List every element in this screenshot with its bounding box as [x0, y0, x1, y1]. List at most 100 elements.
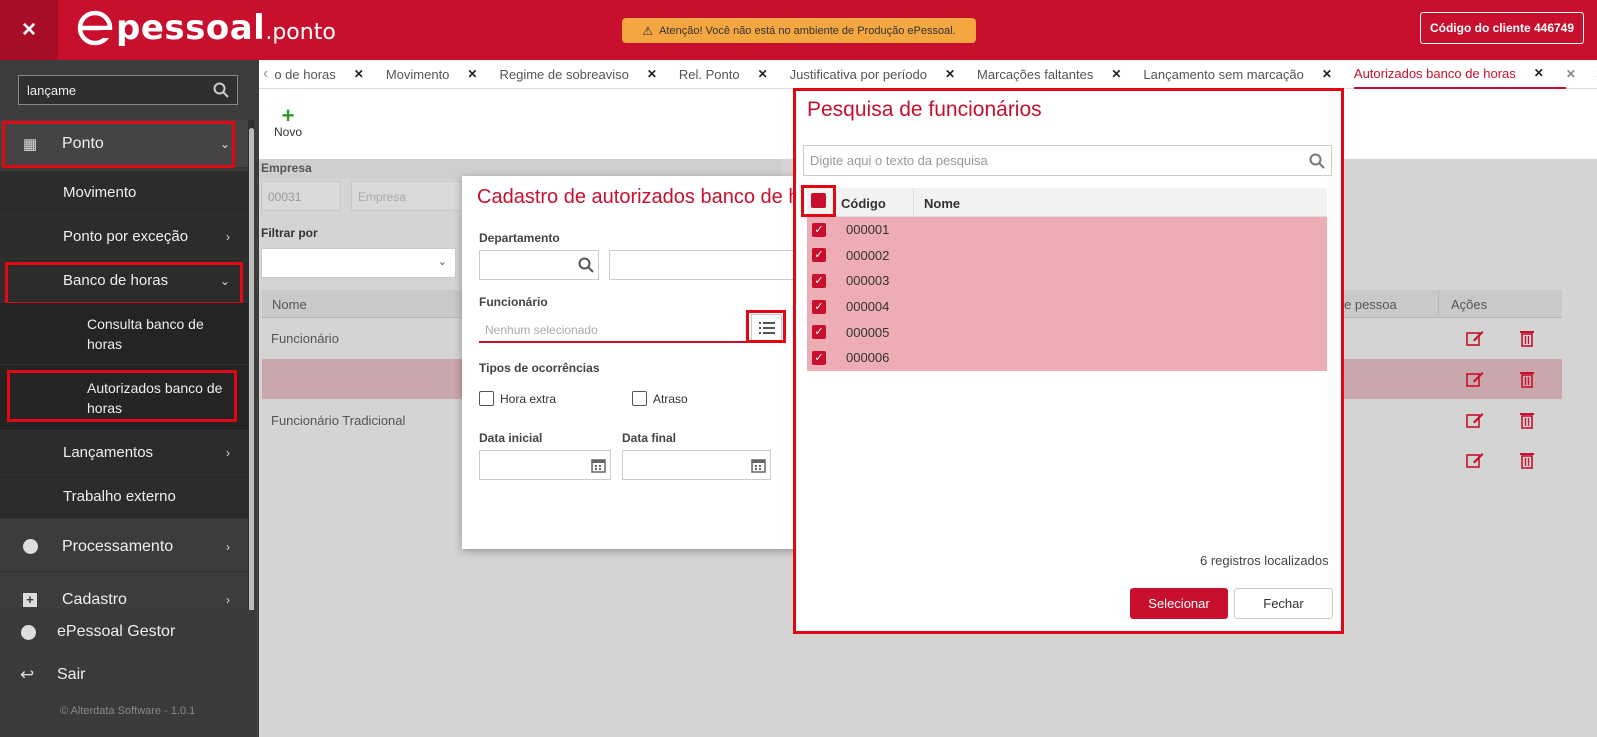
sidebar-item-autorizados-banco-de-horas[interactable]: Autorizados banco de horas [0, 365, 248, 431]
circle-icon [23, 539, 38, 554]
sidebar-item-epessoal-gestor[interactable]: ePessoal Gestor [0, 612, 248, 652]
close-menu-button[interactable]: × [0, 0, 58, 60]
search-placeholder: Digite aqui o texto da pesquisa [810, 153, 988, 168]
tab-movimento[interactable]: Movimento ✕ [386, 60, 500, 89]
calendar-icon[interactable] [591, 458, 606, 473]
checkbox-checked-icon[interactable]: ✓ [812, 248, 826, 263]
edit-icon[interactable] [1466, 329, 1484, 347]
chevron-left-icon[interactable]: ‹ [263, 65, 268, 83]
pesquisa-search-input[interactable]: Digite aqui o texto da pesquisa [803, 145, 1332, 176]
tab-lancamento-sem-marcacao[interactable]: Lançamento sem marcação ✕ [1143, 60, 1353, 89]
empresa-name-field[interactable]: Empresa [351, 181, 466, 211]
plus-icon: + [281, 103, 295, 128]
edit-icon[interactable] [1466, 370, 1484, 388]
environment-warning-banner: ⚠ Atenção! Você não está no ambiente de … [622, 18, 976, 43]
row-code: 000005 [846, 324, 890, 340]
col-codigo: Código [841, 196, 886, 211]
tab-marcacoes-faltantes[interactable]: Marcações faltantes ✕ [977, 60, 1143, 89]
tab-label: Rel. Ponto [678, 66, 740, 82]
tab-autorizados-banco-de-horas[interactable]: Autorizados banco de horas ✕ [1353, 60, 1566, 89]
select-all-checkbox[interactable] [811, 193, 826, 208]
tab-banco-de-horas[interactable]: o de horas ✕ [274, 60, 386, 89]
cadastro-title: Cadastro de autorizados banco de horas [477, 186, 797, 208]
checkbox-checked-icon[interactable]: ✓ [812, 350, 826, 365]
table-row[interactable]: ✓ 000002 [807, 242, 1327, 269]
sidebar-item-lancamentos[interactable]: Lançamentos › [0, 431, 248, 475]
close-icon[interactable]: ✕ [1534, 66, 1544, 80]
search-icon[interactable] [1309, 153, 1325, 169]
table-row[interactable]: ✓ 000006 [807, 345, 1327, 371]
data-final-field[interactable] [622, 450, 771, 480]
tab-label: Justificativa por período [789, 66, 927, 82]
departamento-name-field[interactable] [609, 250, 799, 280]
trash-icon[interactable] [1519, 329, 1535, 347]
close-icon[interactable]: ✕ [354, 67, 364, 81]
trash-icon[interactable] [1519, 451, 1535, 469]
sidebar-item-trabalho-externo[interactable]: Trabalho externo [0, 475, 248, 519]
checkbox-box[interactable] [479, 391, 494, 406]
search-icon[interactable] [578, 257, 594, 273]
checkbox-checked-icon[interactable]: ✓ [812, 273, 826, 288]
search-icon[interactable] [213, 82, 229, 98]
hora-extra-checkbox[interactable]: Hora extra [479, 391, 556, 406]
logo-main-text: pessoal [116, 8, 266, 48]
table-row[interactable]: ✓ 000004 [807, 293, 1327, 320]
filtrar-select[interactable]: ⌄ [261, 248, 456, 278]
close-icon[interactable]: ✕ [758, 67, 768, 81]
close-icon[interactable]: ✕ [1322, 67, 1332, 81]
tab-justificativa-por-periodo[interactable]: Justificativa por período ✕ [790, 60, 977, 89]
fechar-button[interactable]: Fechar [1234, 588, 1333, 619]
sidebar-item-sair[interactable]: ↩ Sair [0, 655, 248, 695]
edit-icon[interactable] [1466, 411, 1484, 429]
trash-icon[interactable] [1519, 411, 1535, 429]
close-icon[interactable]: ✕ [1111, 67, 1121, 81]
records-count: 6 registros localizados [1200, 553, 1329, 568]
trash-icon[interactable] [1519, 370, 1535, 388]
novo-button[interactable]: + Novo [262, 95, 314, 151]
warning-icon: ⚠ [642, 23, 654, 38]
sidebar-item-consulta-banco-de-horas[interactable]: Consulta banco de horas [0, 303, 248, 365]
row-code: 000006 [846, 350, 890, 366]
tab-label: o de horas [274, 66, 336, 82]
close-icon[interactable]: ✕ [647, 67, 657, 81]
list-icon [758, 322, 775, 334]
sidebar-search-input[interactable]: lançame [18, 75, 238, 105]
close-icon[interactable]: ✕ [467, 67, 477, 81]
table-row[interactable]: ✓ 000001 [807, 217, 1327, 243]
close-icon[interactable]: ✕ [945, 67, 955, 81]
empresa-code-field[interactable]: 00031 [261, 181, 341, 211]
chevron-right-icon: › [226, 539, 230, 554]
data-inicial-field[interactable] [479, 450, 611, 480]
close-icon[interactable]: ✕ [1566, 67, 1576, 81]
chevron-right-icon: › [226, 445, 230, 460]
departamento-label: Departamento [479, 231, 560, 245]
sidebar-item-ponto-por-excecao[interactable]: Ponto por exceção › [0, 215, 248, 259]
tab-regime-de-sobreaviso[interactable]: Regime de sobreaviso ✕ [499, 60, 678, 89]
sidebar-item-processamento[interactable]: Processamento › [0, 522, 248, 572]
sidebar-item-movimento[interactable]: Movimento [0, 171, 248, 215]
filtrar-label: Filtrar por [261, 226, 318, 240]
checkbox-checked-icon[interactable]: ✓ [812, 325, 826, 340]
edit-icon[interactable] [1466, 451, 1484, 469]
chevron-right-icon: › [226, 229, 230, 244]
checkbox-box[interactable] [632, 391, 647, 406]
sidebar-item-banco-de-horas[interactable]: Banco de horas ⌄ [0, 259, 248, 303]
departamento-code-field[interactable] [479, 250, 599, 280]
client-code-button[interactable]: Código do cliente 446749 [1420, 12, 1584, 44]
calendar-icon[interactable] [751, 458, 766, 473]
tab-rel-ponto[interactable]: Rel. Ponto ✕ [679, 60, 790, 89]
funcionario-field[interactable]: Nenhum selecionado [479, 314, 749, 343]
table-row[interactable]: ✓ 000003 [807, 268, 1327, 294]
sidebar-search-value: lançame [27, 82, 77, 98]
selecionar-button[interactable]: Selecionar [1130, 588, 1228, 619]
checkbox-checked-icon[interactable]: ✓ [812, 222, 826, 237]
row-name: Funcionário Tradicional [271, 413, 406, 428]
table-row[interactable]: ✓ 000005 [807, 319, 1327, 345]
sidebar-item-ponto[interactable]: ▦ Ponto ⌄ [0, 120, 248, 168]
chevron-down-icon: ⌄ [219, 136, 230, 151]
warning-text: Atenção! Você não está no ambiente de Pr… [659, 24, 956, 37]
atraso-checkbox[interactable]: Atraso [632, 391, 688, 406]
chevron-right-icon: › [226, 592, 230, 607]
checkbox-checked-icon[interactable]: ✓ [812, 299, 826, 314]
funcionario-list-button[interactable] [751, 314, 782, 342]
